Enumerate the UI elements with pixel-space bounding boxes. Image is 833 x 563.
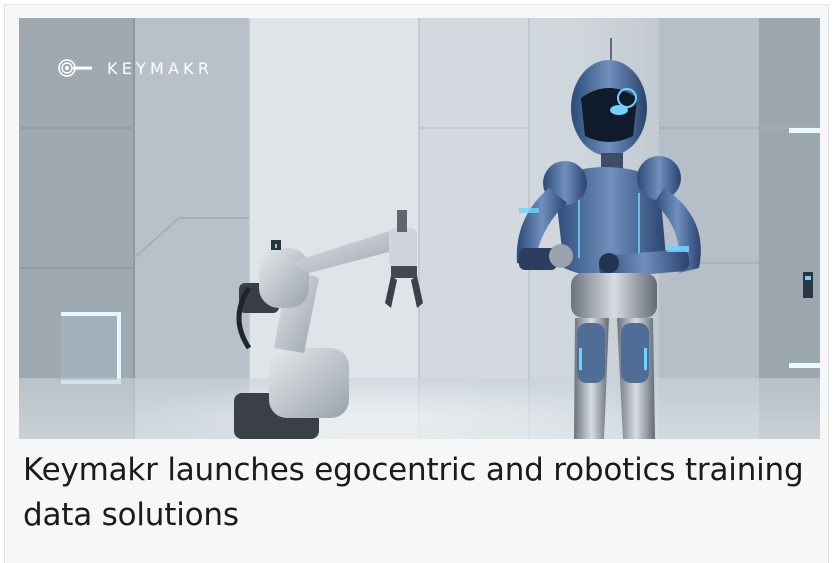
article-headline[interactable]: Keymakr launches egocentric and robotics…: [23, 448, 813, 538]
news-card[interactable]: KEYMAKR Keymakr launches egocentric and …: [4, 4, 829, 563]
keymakr-logo: KEYMAKR: [57, 58, 213, 78]
article-image-link[interactable]: KEYMAKR: [19, 18, 820, 439]
fingerprint-key-icon: [58, 59, 92, 77]
brand-logo-text: KEYMAKR: [107, 58, 214, 78]
robot-lab-photo: [19, 18, 820, 439]
